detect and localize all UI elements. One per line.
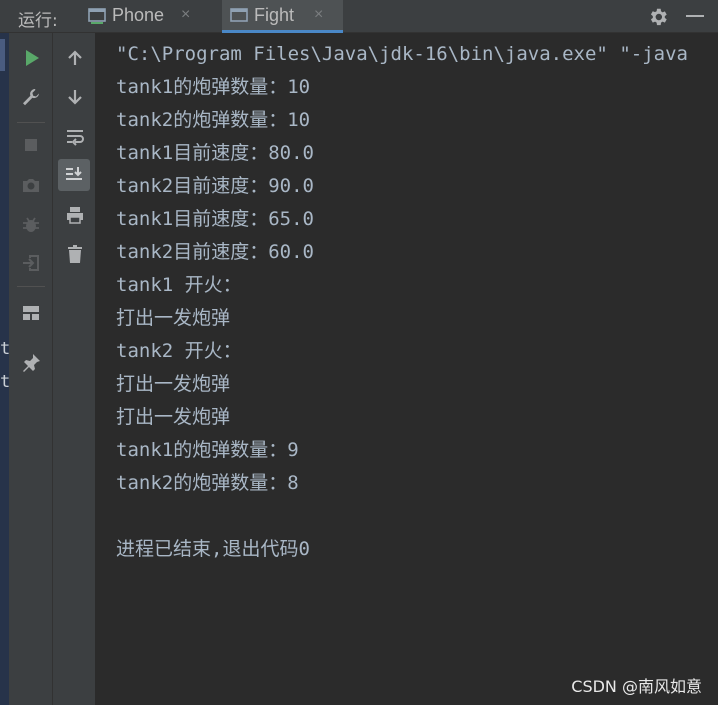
console-line: tank2的炮弹数量：10 xyxy=(116,109,311,131)
arrow-down-icon xyxy=(68,90,82,105)
bug-icon xyxy=(23,217,39,232)
run-toolbar xyxy=(9,33,53,705)
exit-icon xyxy=(23,255,39,271)
edit-configuration-button[interactable] xyxy=(15,81,47,113)
console-line: tank2目前速度：60.0 xyxy=(116,241,314,263)
console-line: tank1 开火： xyxy=(116,274,242,296)
arrow-up-icon xyxy=(68,50,82,65)
toolbar-separator xyxy=(17,122,45,123)
close-icon[interactable]: × xyxy=(314,6,323,24)
scroll-to-end-button[interactable] xyxy=(58,159,90,191)
console-line: tank2的炮弹数量：8 xyxy=(116,472,299,494)
trash-icon xyxy=(68,245,82,263)
tab-fight[interactable]: Fight × xyxy=(222,0,343,33)
editor-gutter-strip: t t xyxy=(0,33,10,705)
tab-label: Phone xyxy=(112,5,165,25)
stop-icon xyxy=(25,139,37,151)
close-icon[interactable]: × xyxy=(181,6,190,24)
next-occurrence-button[interactable] xyxy=(59,81,91,113)
clear-all-button[interactable] xyxy=(59,238,91,270)
console-line: "C:\Program Files\Java\jdk-16\bin\java.e… xyxy=(116,43,688,65)
console-line: tank1目前速度：80.0 xyxy=(116,142,314,164)
console-icon xyxy=(88,8,106,24)
console-line: 进程已结束,退出代码0 xyxy=(116,538,310,560)
console-line: 打出一发炮弹 xyxy=(116,373,231,395)
gear-icon[interactable] xyxy=(647,6,669,28)
stop-button[interactable] xyxy=(15,129,47,161)
console-toolbar xyxy=(53,33,96,705)
scroll-to-end-icon xyxy=(66,167,82,180)
console-output[interactable]: "C:\Program Files\Java\jdk-16\bin\java.e… xyxy=(96,33,718,705)
watermark: CSDN @南风如意 xyxy=(571,677,702,696)
soft-wrap-icon xyxy=(67,130,84,146)
print-button[interactable] xyxy=(59,199,91,231)
tab-label: Fight xyxy=(254,5,295,25)
rerun-button[interactable] xyxy=(15,42,47,74)
soft-wrap-button[interactable] xyxy=(59,121,91,153)
console-line: 打出一发炮弹 xyxy=(116,406,231,428)
console-line: tank1目前速度：65.0 xyxy=(116,208,314,230)
toolbar-separator xyxy=(17,286,45,287)
wrench-icon xyxy=(23,89,39,106)
selection-marker xyxy=(0,39,5,71)
console-line: tank2 开火： xyxy=(116,340,242,362)
print-icon xyxy=(67,207,83,224)
debug-button[interactable] xyxy=(15,208,47,240)
console-line: tank1的炮弹数量：9 xyxy=(116,439,299,461)
previous-occurrence-button[interactable] xyxy=(59,42,91,74)
pin-tab-button[interactable] xyxy=(15,347,47,379)
run-tool-window-header: 运行: Phone × Fight × xyxy=(0,0,718,33)
run-icon xyxy=(26,50,39,66)
layout-icon xyxy=(23,306,39,320)
tab-phone[interactable]: Phone × xyxy=(80,0,206,33)
console-line: tank2目前速度：90.0 xyxy=(116,175,314,197)
exit-button[interactable] xyxy=(15,247,47,279)
restore-layout-button[interactable] xyxy=(15,297,47,329)
run-label: 运行: xyxy=(18,11,58,31)
console-line: 打出一发炮弹 xyxy=(116,307,231,329)
console-line: tank1的炮弹数量：10 xyxy=(116,76,311,98)
dump-threads-button[interactable] xyxy=(15,169,47,201)
minimize-icon[interactable] xyxy=(686,15,704,17)
camera-icon xyxy=(23,179,39,192)
console-icon xyxy=(230,8,248,22)
pin-icon xyxy=(23,354,40,372)
